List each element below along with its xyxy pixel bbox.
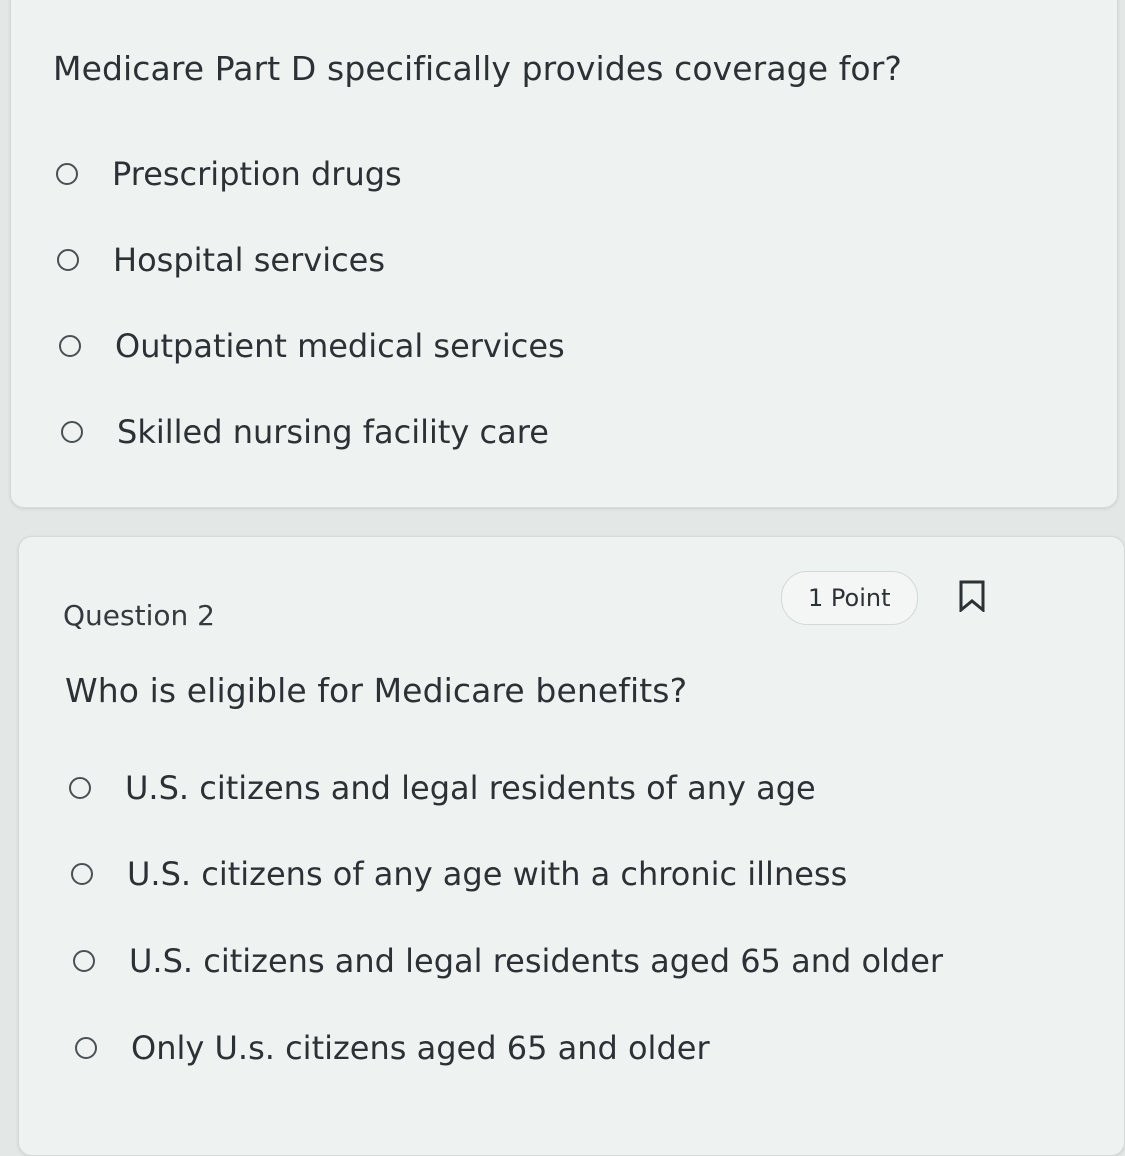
question-2-option-1[interactable]: U.S. citizens and legal residents of any… (69, 769, 816, 807)
option-label: Skilled nursing facility care (117, 413, 549, 451)
option-label: U.S. citizens and legal residents aged 6… (129, 942, 944, 980)
question-1-option-2[interactable]: Hospital services (57, 241, 385, 279)
question-2-option-3[interactable]: U.S. citizens and legal residents aged 6… (73, 942, 943, 980)
radio-circle-icon[interactable] (59, 335, 81, 357)
bookmark-icon[interactable] (959, 580, 985, 612)
question-2-option-2[interactable]: U.S. citizens of any age with a chronic … (71, 855, 847, 893)
question-number: Question 2 (63, 599, 215, 632)
option-label: Hospital services (113, 241, 386, 279)
radio-circle-icon[interactable] (71, 863, 93, 885)
option-label: U.S. citizens and legal residents of any… (125, 769, 816, 807)
radio-circle-icon[interactable] (61, 421, 83, 443)
question-1-option-3[interactable]: Outpatient medical services (59, 327, 565, 365)
option-label: Only U.s. citizens aged 65 and older (131, 1029, 710, 1067)
question-1-option-4[interactable]: Skilled nursing facility care (61, 413, 549, 451)
option-label: U.S. citizens of any age with a chronic … (127, 855, 848, 893)
radio-circle-icon[interactable] (57, 249, 79, 271)
radio-circle-icon[interactable] (69, 777, 91, 799)
question-card-2: Question 2 1 Point Who is eligible for M… (18, 536, 1125, 1156)
question-1-text: Medicare Part D specifically provides co… (53, 49, 902, 88)
question-2-option-4[interactable]: Only U.s. citizens aged 65 and older (75, 1029, 710, 1067)
option-label: Outpatient medical services (115, 327, 565, 365)
radio-circle-icon[interactable] (56, 163, 78, 185)
points-badge: 1 Point (781, 571, 918, 625)
question-2-text: Who is eligible for Medicare benefits? (65, 671, 688, 710)
radio-circle-icon[interactable] (73, 950, 95, 972)
option-label: Prescription drugs (112, 155, 402, 193)
radio-circle-icon[interactable] (75, 1037, 97, 1059)
question-card-1: Medicare Part D specifically provides co… (10, 0, 1118, 508)
question-1-option-1[interactable]: Prescription drugs (56, 155, 402, 193)
